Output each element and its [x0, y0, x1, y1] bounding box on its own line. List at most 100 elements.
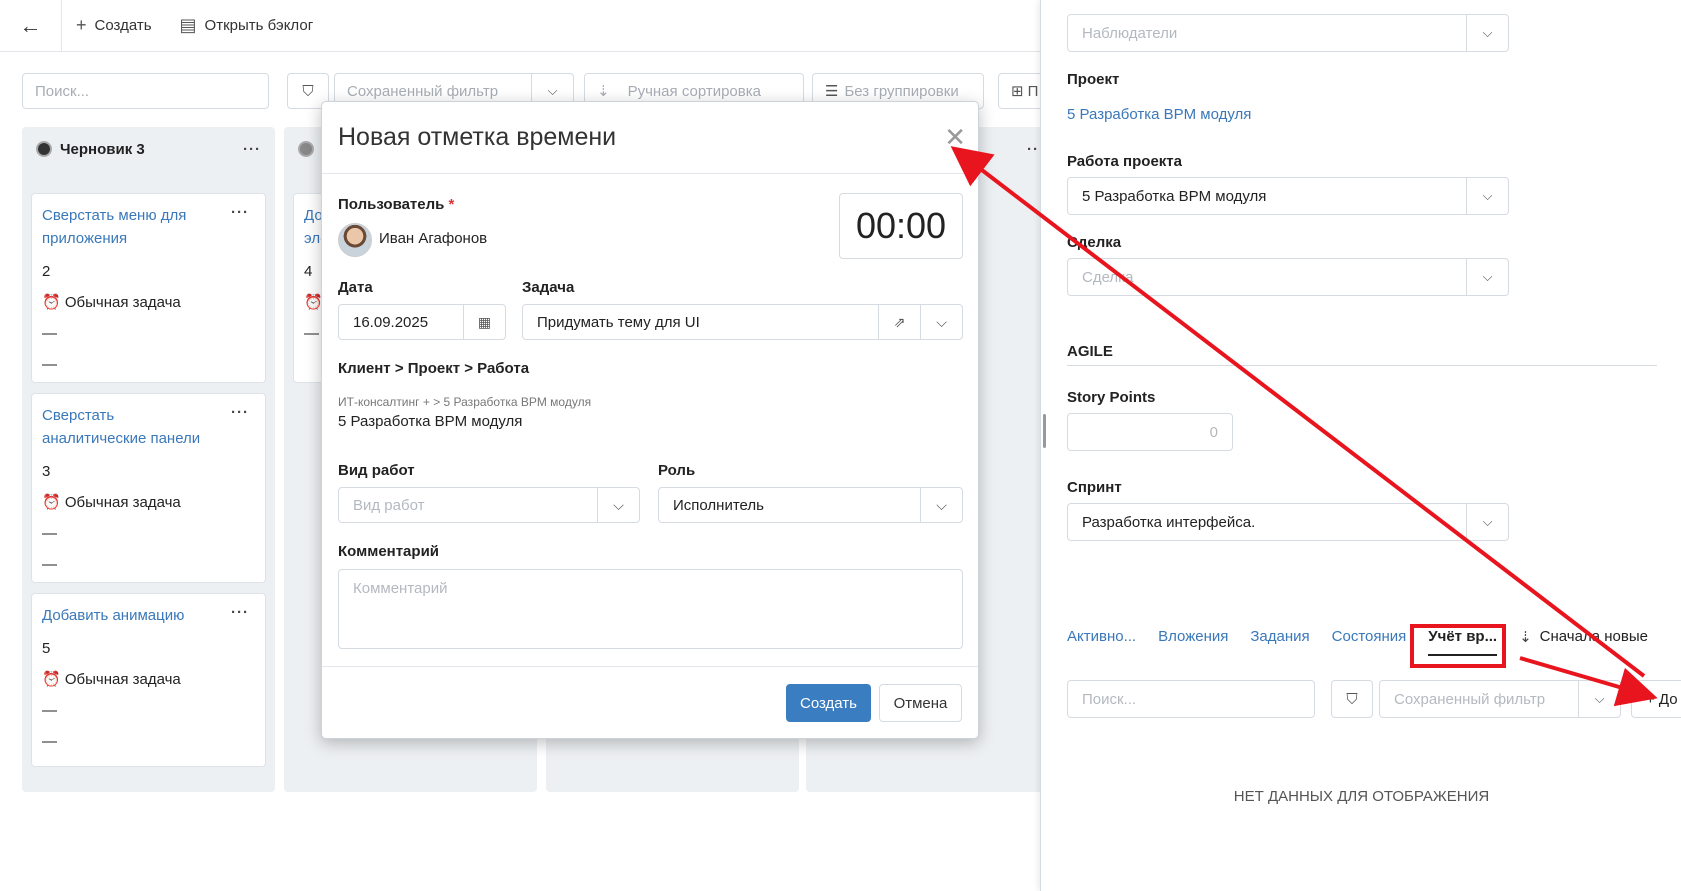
user-name: Иван Агафонов	[379, 230, 488, 247]
card-field: —	[42, 525, 57, 542]
worktype-select[interactable]: Вид работ ⌵	[338, 487, 640, 523]
project-work-select[interactable]: 5 Разработка BPM модуля ⌵	[1067, 177, 1509, 215]
alarm-clock-icon: ⏰	[42, 494, 61, 511]
chevron-down-icon[interactable]: ⌵	[920, 305, 962, 339]
board-column-draft: Черновик 3 ··· Сверстать меню для прилож…	[22, 127, 275, 792]
deal-label: Сделка	[1067, 234, 1122, 251]
card-title[interactable]: Сверстать аналитические панели	[42, 404, 222, 450]
open-backlog-button[interactable]: ▤ Открыть бэклог	[166, 0, 328, 52]
chevron-down-icon: ⌵	[597, 488, 639, 522]
dialog-footer: Создать Отмена	[322, 666, 978, 738]
divider	[1067, 365, 1657, 366]
sort-icon[interactable]: ⇣	[1519, 628, 1532, 656]
funnel-icon: ⛉	[1346, 690, 1358, 708]
task-card[interactable]: Сверстать аналитические панели ··· 3 ⏰ О…	[31, 393, 266, 583]
dialog-title: Новая отметка времени	[322, 102, 978, 174]
board-search-input[interactable]: Поиск...	[22, 73, 269, 109]
tab-time-tracking[interactable]: Учёт вр...	[1428, 628, 1498, 656]
task-details-panel: Наблюдатели ⌵ Проект 5 Разработка BPM мо…	[1040, 0, 1681, 891]
role-select[interactable]: Исполнитель ⌵	[658, 487, 963, 523]
time-search-input[interactable]: Поиск...	[1067, 680, 1315, 718]
tab-states[interactable]: Состояния	[1332, 628, 1407, 656]
card-field: —	[42, 702, 57, 719]
alarm-clock-icon: ⏰	[304, 294, 323, 311]
add-time-entry-button[interactable]: + До	[1631, 680, 1681, 718]
timer-display[interactable]: 00:00	[839, 193, 963, 259]
role-label: Роль	[658, 462, 696, 479]
alarm-clock-icon: ⏰	[42, 294, 61, 311]
task-card[interactable]: Добавить анимацию ··· 5 ⏰ Обычная задача…	[31, 593, 266, 767]
chevron-down-icon: ⌵	[1466, 15, 1508, 51]
more-icon[interactable]: ···	[243, 141, 261, 158]
comment-label: Комментарий	[338, 543, 440, 560]
close-icon[interactable]: ✕	[944, 122, 966, 153]
card-type: ⏰ Обычная задача	[42, 671, 181, 688]
arrow-left-icon: ←	[19, 12, 42, 38]
card-title[interactable]: Сверстать меню для приложения	[42, 204, 222, 250]
card-type: ⏰ Обычная задача	[42, 494, 181, 511]
avatar	[338, 223, 372, 257]
deal-select[interactable]: Сделка ⌵	[1067, 258, 1509, 296]
calendar-icon[interactable]: ▦	[463, 305, 505, 339]
time-saved-filter-select[interactable]: Сохраненный фильтр ⌵	[1379, 680, 1621, 718]
client-path-breadcrumb: ИТ-консалтинг + > 5 Разработка BPM модул…	[338, 395, 592, 409]
story-points-label: Story Points	[1067, 389, 1156, 406]
card-points: 3	[42, 463, 51, 480]
task-card[interactable]: Сверстать меню для приложения ··· 2 ⏰ Об…	[31, 193, 266, 383]
create-button[interactable]: + Создать	[62, 0, 166, 52]
resize-handle[interactable]	[1043, 414, 1046, 448]
user-label: Пользователь *	[338, 196, 455, 213]
chevron-down-icon: ⌵	[1466, 504, 1508, 540]
card-more-icon[interactable]: ···	[231, 604, 249, 621]
card-title[interactable]: Добавить анимацию	[42, 604, 222, 627]
cancel-button[interactable]: Отмена	[879, 684, 962, 722]
card-more-icon[interactable]: ···	[231, 204, 249, 221]
project-link[interactable]: 5 Разработка BPM модуля	[1067, 106, 1251, 123]
tab-activity[interactable]: Активно...	[1067, 628, 1136, 656]
sort-icon: ⇣	[597, 83, 610, 100]
watchers-select[interactable]: Наблюдатели ⌵	[1067, 14, 1509, 52]
agile-heading: AGILE	[1067, 343, 1113, 360]
date-label: Дата	[338, 279, 373, 296]
back-button[interactable]: ←	[0, 0, 62, 52]
chevron-down-icon: ⌵	[1466, 259, 1508, 295]
external-link-icon[interactable]: ⇗	[878, 305, 920, 339]
project-label: Проект	[1067, 71, 1120, 88]
top-toolbar: ← + Создать ▤ Открыть бэклог	[0, 0, 1040, 52]
panel-tabs: Активно... Вложения Задания Состояния Уч…	[1067, 628, 1648, 656]
status-dot-icon	[36, 141, 52, 157]
card-field: —	[42, 556, 57, 573]
card-points: 5	[42, 640, 51, 657]
sort-order-label[interactable]: Сначала новые	[1540, 628, 1648, 656]
list-icon: ☰	[825, 83, 839, 100]
date-field[interactable]: 16.09.2025 ▦	[338, 304, 506, 340]
column-header: Черновик 3 ···	[22, 127, 275, 171]
card-type: ⏰ Обычная задача	[42, 294, 181, 311]
comment-textarea[interactable]: Комментарий	[338, 569, 963, 649]
card-field: —	[42, 733, 57, 750]
card-field: —	[42, 325, 57, 342]
worktype-label: Вид работ	[338, 462, 415, 479]
tab-attachments[interactable]: Вложения	[1158, 628, 1228, 656]
card-more-icon[interactable]: ···	[231, 404, 249, 421]
create-button[interactable]: Создать	[786, 684, 871, 722]
client-path-value: 5 Разработка BPM модуля	[338, 413, 523, 430]
new-time-entry-dialog: Новая отметка времени ✕ Пользователь * И…	[321, 101, 979, 739]
tab-tasks[interactable]: Задания	[1250, 628, 1309, 656]
card-points: 2	[42, 263, 51, 280]
task-field[interactable]: Придумать тему для UI ⇗ ⌵	[522, 304, 963, 340]
chevron-down-icon: ⌵	[920, 488, 962, 522]
alarm-clock-icon: ⏰	[42, 671, 61, 688]
table-icon: ⊞	[1011, 83, 1024, 100]
chevron-down-icon: ⌵	[1466, 178, 1508, 214]
card-field: —	[42, 356, 57, 373]
funnel-icon: ⛉	[302, 82, 314, 100]
backlog-icon: ▤	[179, 15, 197, 35]
story-points-input[interactable]: 0	[1067, 413, 1233, 451]
status-dot-icon	[298, 141, 314, 157]
sprint-label: Спринт	[1067, 479, 1122, 496]
project-work-label: Работа проекта	[1067, 153, 1182, 170]
empty-state: НЕТ ДАННЫХ ДЛЯ ОТОБРАЖЕНИЯ	[1233, 788, 1490, 805]
sprint-select[interactable]: Разработка интерфейса. ⌵	[1067, 503, 1509, 541]
filter-button[interactable]: ⛉	[1331, 680, 1373, 718]
